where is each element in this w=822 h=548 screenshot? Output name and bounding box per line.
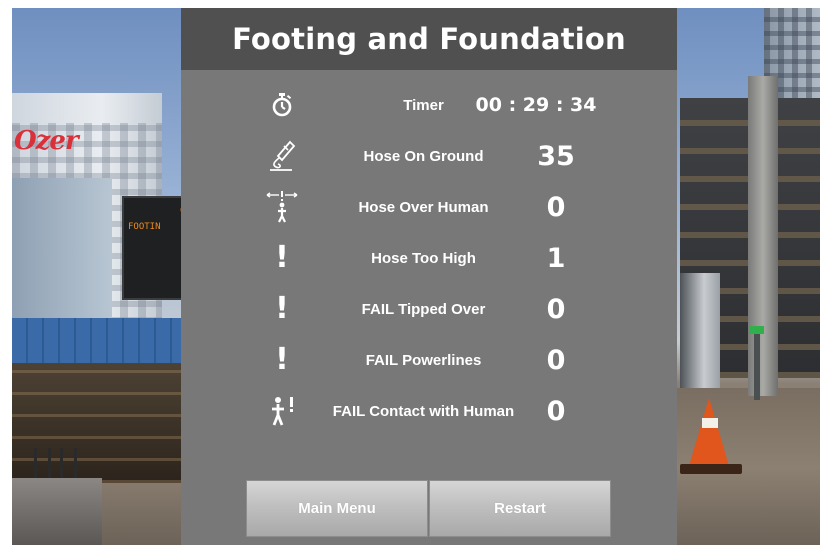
results-panel: Footing and Foundation Timer 00 : 29 : 3… [181, 8, 677, 545]
stat-row-fail-powerlines: ! FAIL Powerlines 0 [181, 340, 677, 380]
exclamation-icon: ! [275, 291, 289, 326]
main-menu-button[interactable]: Main Menu [246, 480, 428, 537]
concrete-footing-block [12, 478, 102, 545]
concrete-truck [680, 273, 720, 388]
background-building-low [12, 178, 112, 318]
restart-button[interactable]: Restart [429, 480, 611, 537]
concrete-column [748, 76, 778, 396]
stat-row-fail-contact-with-human: FAIL Contact with Human 0 [181, 391, 677, 431]
excavation-trench [12, 363, 182, 483]
stat-label: FAIL Contact with Human [332, 402, 515, 420]
stat-row-hose-too-high: ! Hose Too High 1 [181, 238, 677, 278]
stat-label: Hose Over Human [358, 198, 489, 216]
stat-value: 0 [546, 395, 566, 427]
stat-value: 0 [546, 344, 566, 376]
stat-label: FAIL Powerlines [365, 351, 482, 369]
exclamation-icon: ! [275, 240, 289, 275]
traffic-cone-stripe [702, 418, 718, 428]
hose-icon [263, 136, 301, 176]
stat-value: 0 [546, 293, 566, 325]
stopwatch-icon [263, 85, 301, 125]
portable-toilets [12, 318, 182, 368]
stat-value-timer: 00 : 29 : 34 [475, 94, 597, 116]
panel-header: Footing and Foundation [181, 8, 677, 70]
panel-title: Footing and Foundation [232, 22, 626, 56]
stat-row-timer: Timer 00 : 29 : 34 [181, 85, 677, 125]
human-alert-icon [263, 391, 301, 431]
stat-row-fail-tipped-over: ! FAIL Tipped Over 0 [181, 289, 677, 329]
stat-value: 1 [546, 242, 566, 274]
stat-value: 35 [537, 140, 575, 172]
hose-over-human-icon [263, 187, 301, 227]
building-sign: Ozer [14, 126, 79, 156]
stat-row-hose-on-ground: Hose On Ground 35 [181, 136, 677, 176]
marker-pole-cap [750, 326, 764, 334]
traffic-cone-base [680, 464, 742, 474]
exclamation-icon: ! [275, 342, 289, 377]
stat-label: Hose Too High [371, 249, 476, 267]
game-viewport: Ozer 0 FOOTIN S Footing and Foundation [0, 0, 822, 548]
stat-row-hose-over-human: Hose Over Human 0 [181, 187, 677, 227]
stat-label: FAIL Tipped Over [361, 300, 486, 318]
led-sign-text: FOOTIN [128, 222, 161, 232]
marker-pole [754, 330, 760, 400]
stat-value: 0 [546, 191, 566, 223]
stat-label: Hose On Ground [363, 147, 484, 165]
traffic-cone [689, 398, 729, 466]
